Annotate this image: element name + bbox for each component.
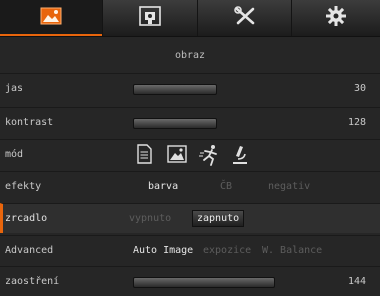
advanced-option-w-balance[interactable]: W. Balance — [262, 245, 322, 256]
row-efekty[interactable]: efekty barva ČB negativ — [0, 171, 380, 201]
microscope-mode-icon[interactable] — [231, 144, 249, 170]
zrcadlo-option-vypnuto[interactable]: vypnuto — [129, 213, 171, 224]
tools-icon — [233, 6, 256, 30]
row-label: kontrast — [5, 117, 54, 128]
gear-icon — [325, 5, 347, 31]
tab-tools[interactable] — [198, 0, 292, 36]
zaostreni-slider[interactable] — [133, 277, 275, 288]
tab-bar — [0, 0, 380, 37]
row-label: zrcadlo — [5, 213, 48, 224]
efekty-option-negativ[interactable]: negativ — [268, 181, 310, 192]
row-label: jas — [5, 83, 24, 94]
camera-settings-icon — [139, 6, 161, 30]
motion-mode-icon[interactable] — [199, 144, 221, 170]
image-icon — [40, 7, 62, 29]
row-advanced[interactable]: Advanced Auto Image expozice W. Balance — [0, 235, 380, 265]
row-label: Advanced — [5, 245, 54, 256]
jas-slider[interactable] — [133, 84, 217, 95]
advanced-option-auto-image[interactable]: Auto Image — [133, 245, 193, 256]
row-kontrast[interactable]: kontrast 128 — [0, 107, 380, 137]
document-mode-icon[interactable] — [136, 144, 152, 168]
picture-mode-icon[interactable] — [167, 144, 187, 168]
jas-value: 30 — [353, 83, 366, 94]
row-zrcadlo[interactable]: zrcadlo vypnuto zapnuto — [0, 203, 380, 233]
section-title: obraz — [174, 50, 206, 61]
row-mod[interactable]: mód — [0, 139, 380, 169]
row-label: zaostření — [5, 276, 60, 287]
row-label: efekty — [5, 181, 42, 192]
tab-image[interactable] — [0, 0, 103, 36]
kontrast-slider[interactable] — [133, 118, 217, 129]
tab-settings[interactable] — [292, 0, 380, 36]
efekty-option-barva[interactable]: barva — [148, 181, 178, 192]
efekty-option-cb[interactable]: ČB — [220, 181, 232, 192]
row-label: mód — [5, 149, 24, 160]
tab-camera-settings[interactable] — [103, 0, 198, 36]
advanced-option-expozice[interactable]: expozice — [203, 245, 251, 256]
zaostreni-value: 144 — [347, 276, 366, 287]
zrcadlo-option-zapnuto[interactable]: zapnuto — [192, 210, 245, 227]
kontrast-value: 128 — [347, 117, 366, 128]
row-jas[interactable]: jas 30 — [0, 73, 380, 103]
row-zaostreni[interactable]: zaostření 144 — [0, 266, 380, 296]
